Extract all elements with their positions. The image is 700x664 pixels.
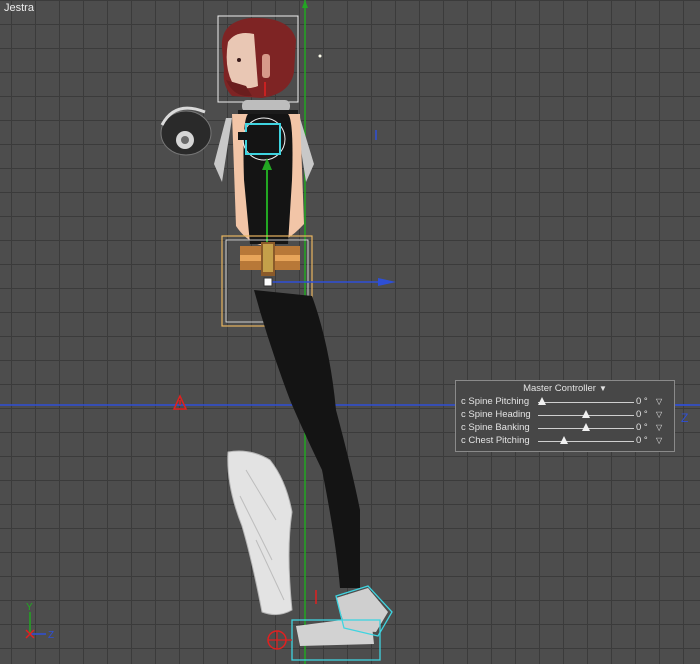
panel-menu-icon[interactable]: ▼ [599,384,607,393]
controller-slider-track[interactable] [538,441,634,442]
y-axis-arrow-icon [302,0,308,8]
character-foot[interactable] [291,585,393,661]
origin-marker-icon[interactable] [172,394,188,410]
viewport-scene[interactable]: Z Y Z [0,0,700,664]
controller-row: c Spine Pitching 0 ° ▽ [456,395,674,408]
controller-slider-knob[interactable] [582,410,590,418]
controller-row: c Chest Pitching 0 ° ▽ [456,434,674,447]
controller-row: c Spine Heading 0 ° ▽ [456,408,674,421]
controller-row: c Spine Banking 0 ° ▽ [456,421,674,434]
character-torso[interactable] [214,114,314,246]
mesh-fragment[interactable] [227,450,293,616]
orientation-gizmo: Y Z [25,602,54,641]
controller-label: c Chest Pitching [461,435,530,446]
gizmo-z-label: Z [48,630,54,641]
foot-target-handle[interactable] [267,630,292,650]
z-axis-label: Z [681,411,688,425]
chevron-down-icon[interactable]: ▽ [656,434,662,447]
character-head[interactable] [217,15,299,103]
controller-value[interactable]: 0 ° [636,434,648,447]
controller-label: c Spine Heading [461,409,531,420]
controller-slider-track[interactable] [538,402,634,403]
panel-header[interactable]: Master Controller ▼ [456,383,674,395]
hip-pivot-handle[interactable] [263,277,273,287]
controller-slider-knob[interactable] [560,436,568,444]
controller-value[interactable]: 0 ° [636,395,648,408]
panel-title: Master Controller [523,383,596,394]
chevron-down-icon[interactable]: ▽ [656,408,662,421]
gizmo-y-label: Y [26,602,33,613]
controller-value[interactable]: 0 ° [636,408,648,421]
controller-slider-knob[interactable] [582,423,590,431]
controller-label: c Spine Banking [461,422,530,433]
helmet-object[interactable] [160,106,212,156]
chevron-down-icon[interactable]: ▽ [656,395,662,408]
hip-z-arrow-icon [378,278,396,286]
controller-label: c Spine Pitching [461,396,530,407]
controller-value[interactable]: 0 ° [636,421,648,434]
chevron-down-icon[interactable]: ▽ [656,421,662,434]
controller-slider-knob[interactable] [538,397,546,405]
master-controller-panel: Master Controller ▼ c Spine Pitching 0 ° ▽ c… [455,380,675,452]
